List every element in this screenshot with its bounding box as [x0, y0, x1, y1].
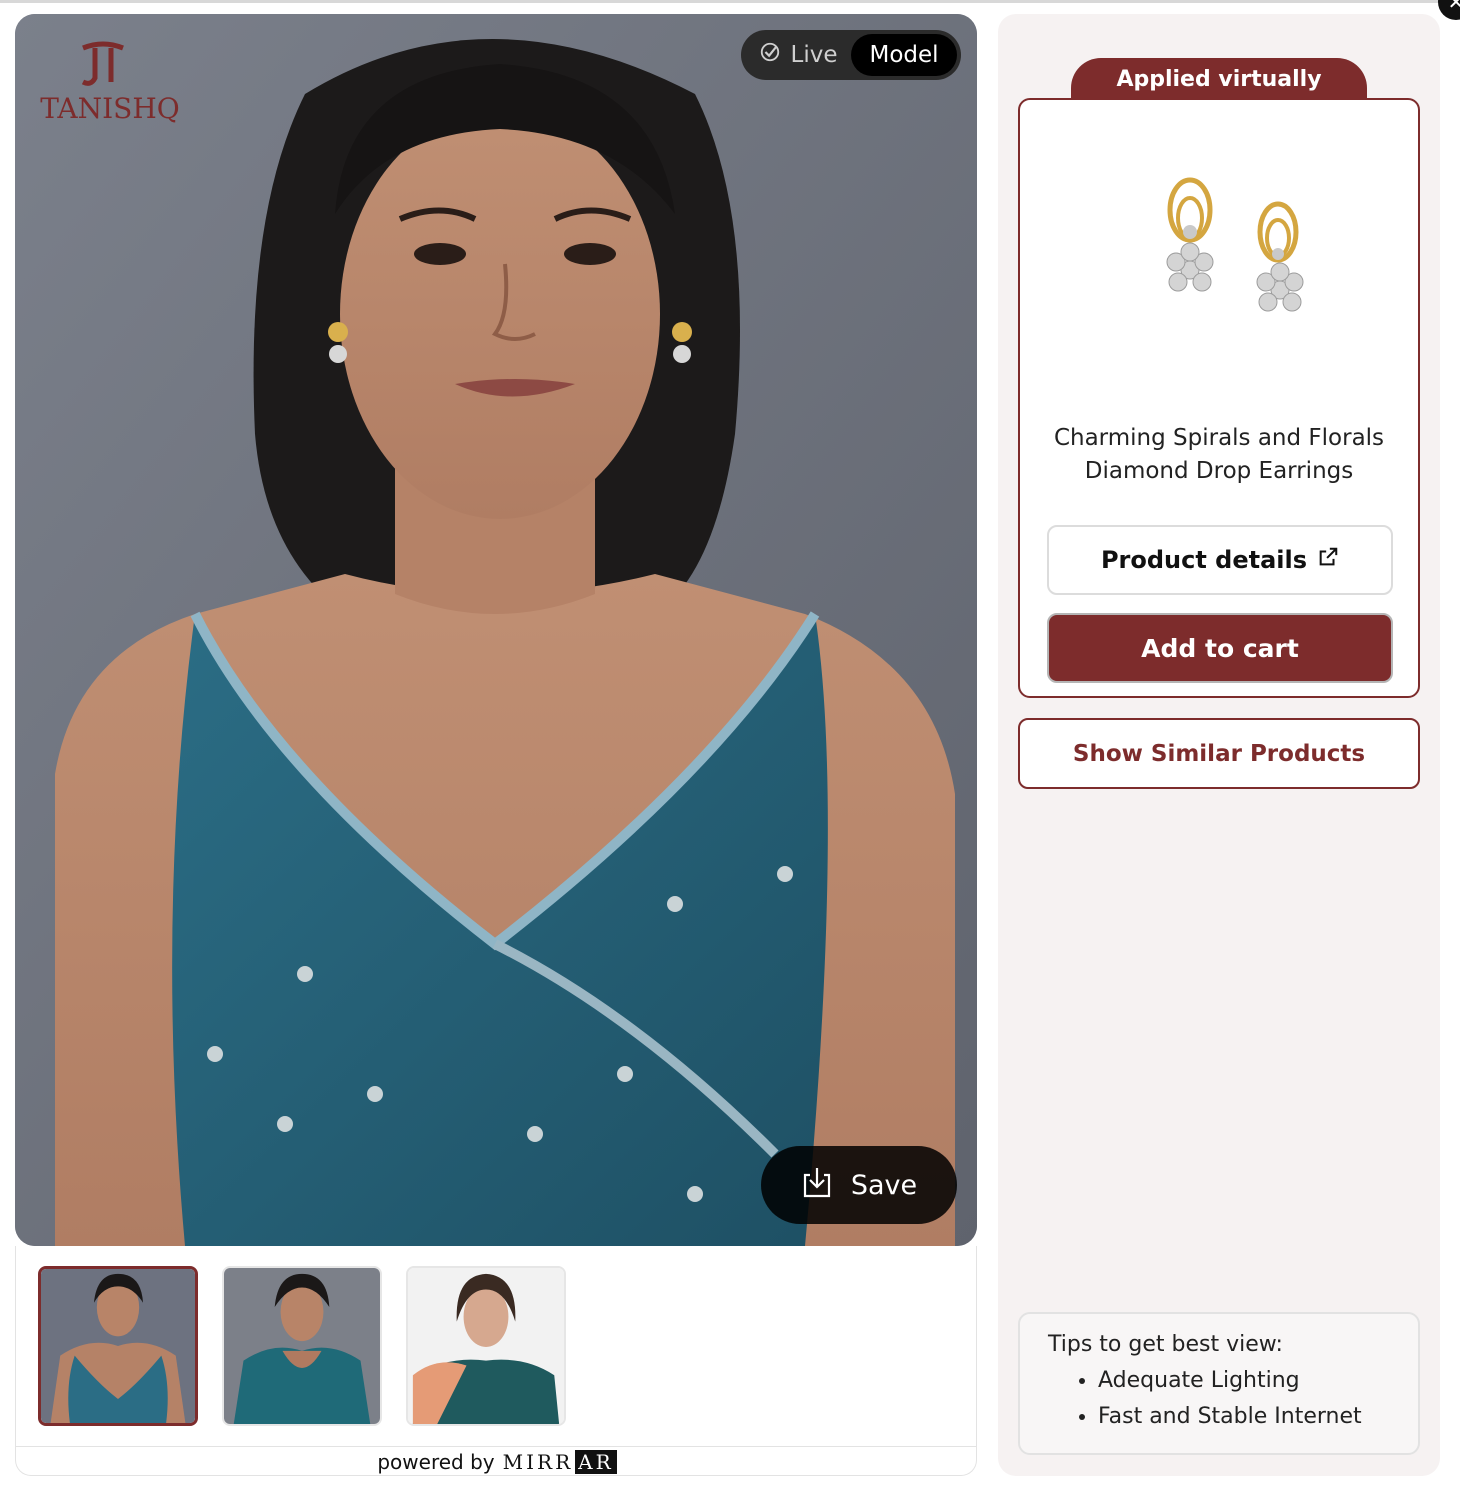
product-details-label: Product details [1100, 546, 1308, 574]
mirrar-logo-main: MIRR [502, 1450, 574, 1474]
model-option[interactable]: Model [851, 34, 957, 76]
live-model-toggle[interactable]: Live Model [741, 30, 961, 80]
thumbnail-model-1[interactable] [38, 1266, 198, 1426]
applied-virtually-badge: Applied virtually [1071, 58, 1367, 100]
save-label: Save [850, 1169, 918, 1201]
product-details-button[interactable]: Product details [1047, 525, 1393, 595]
mirrar-logo: MIRR AR [503, 1450, 617, 1474]
svg-text:TANISHQ: TANISHQ [40, 92, 179, 125]
save-button[interactable]: Save [761, 1146, 957, 1224]
add-to-cart-button[interactable]: Add to cart [1047, 613, 1393, 683]
check-circle-icon [759, 41, 781, 69]
thumbnail-strip: powered by MIRR AR [15, 1246, 977, 1476]
product-name-line2: Diamond Drop Earrings [1084, 458, 1354, 484]
external-link-icon [1317, 546, 1339, 574]
product-card: Charming Spirals and Florals Diamond Dro… [1018, 98, 1420, 698]
tips-list: Adequate Lighting Fast and Stable Intern… [1048, 1363, 1390, 1435]
product-image [1166, 177, 1304, 312]
product-name: Charming Spirals and Florals Diamond Dro… [1020, 422, 1418, 488]
footer-divider [16, 1446, 976, 1447]
tryon-viewer: TANISHQ Live Model Save [15, 14, 977, 1246]
tips-box: Tips to get best view: Adequate Lighting… [1018, 1312, 1420, 1455]
live-option[interactable]: Live [745, 34, 851, 76]
show-similar-products-button[interactable]: Show Similar Products [1018, 718, 1420, 789]
close-icon[interactable]: ✕ [1438, 0, 1460, 20]
tip-item: Adequate Lighting [1098, 1363, 1390, 1399]
model-photo [15, 14, 977, 1246]
thumbnail-model-2[interactable] [222, 1266, 382, 1426]
tip-item: Fast and Stable Internet [1098, 1399, 1390, 1435]
tips-heading: Tips to get best view: [1048, 1332, 1283, 1357]
mirrar-logo-box: AR [575, 1450, 617, 1474]
thumbnail-model-3[interactable] [406, 1266, 566, 1426]
live-label: Live [790, 42, 838, 68]
tanishq-logo: TANISHQ [40, 41, 180, 125]
product-panel: Applied virtually Charming Spirals and F… [998, 14, 1440, 1476]
window-top-border [0, 0, 1460, 3]
product-name-line1: Charming Spirals and Florals [1053, 425, 1385, 451]
powered-by-text: powered by [377, 1450, 495, 1474]
download-icon [801, 1165, 833, 1206]
powered-by: powered by MIRR AR [16, 1450, 978, 1474]
